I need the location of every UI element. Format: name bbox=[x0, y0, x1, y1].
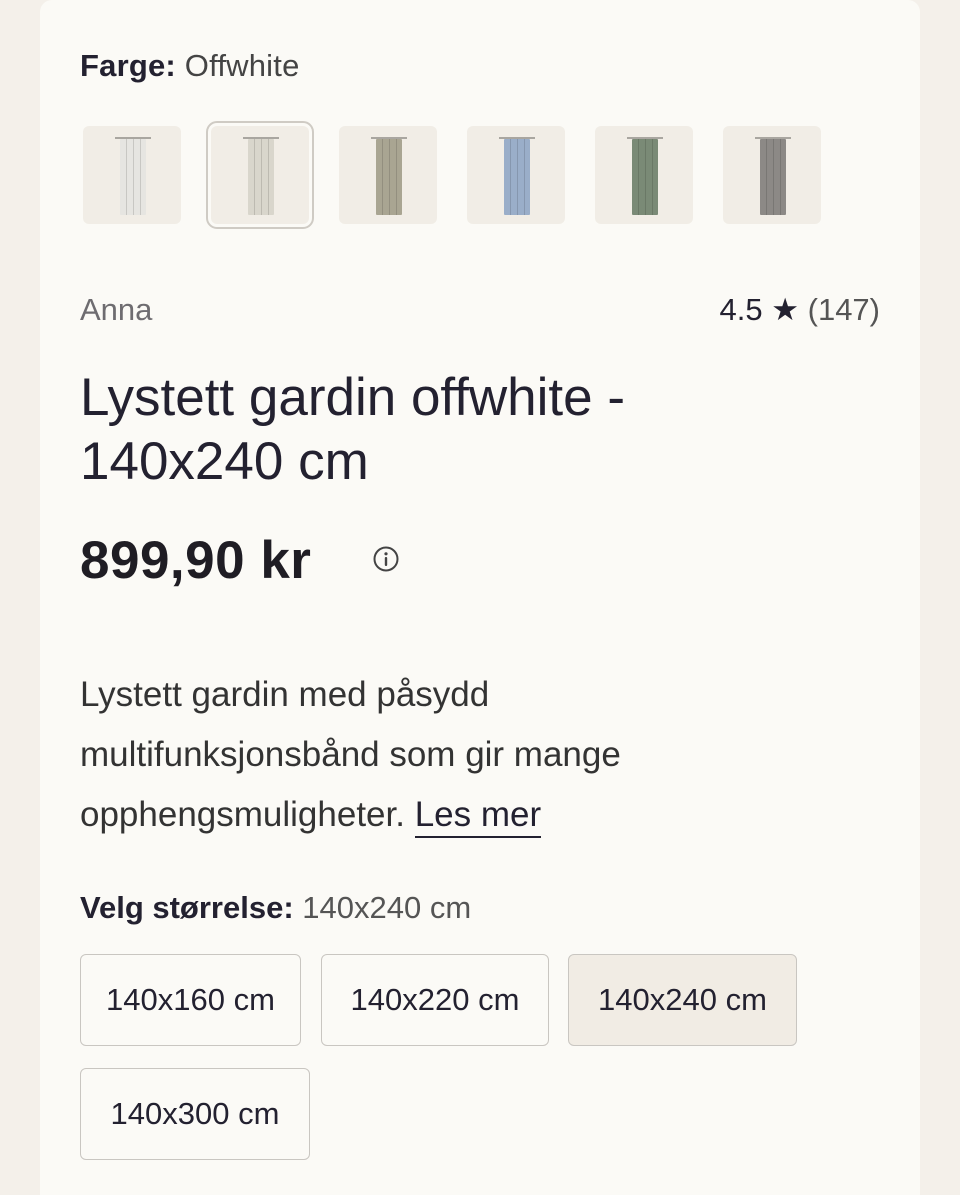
brand-name: Anna bbox=[80, 292, 153, 327]
color-swatch-green[interactable] bbox=[595, 126, 693, 224]
size-option-140x240[interactable]: 140x240 cm bbox=[568, 954, 797, 1046]
product-description: Lystett gardin med påsydd multifunksjons… bbox=[80, 665, 760, 845]
curtain-thumbnail bbox=[376, 139, 402, 215]
size-label: Velg størrelse: bbox=[80, 890, 294, 925]
selected-color-value: Offwhite bbox=[184, 48, 300, 83]
size-option-140x300[interactable]: 140x300 cm bbox=[80, 1068, 310, 1160]
color-swatch-sand[interactable] bbox=[339, 126, 437, 224]
curtain-thumbnail bbox=[120, 139, 146, 215]
size-option-140x160[interactable]: 140x160 cm bbox=[80, 954, 301, 1046]
curtain-thumbnail bbox=[760, 139, 786, 215]
selected-size-value: 140x240 cm bbox=[302, 890, 472, 925]
color-swatches bbox=[83, 121, 851, 229]
product-title: Lystett gardin offwhite - 140x240 cm bbox=[80, 368, 626, 491]
color-swatch-grey[interactable] bbox=[723, 126, 821, 224]
curtain-thumbnail bbox=[248, 139, 274, 215]
size-selector-label: Velg størrelse: 140x240 cm bbox=[80, 890, 471, 926]
color-swatch-white[interactable] bbox=[83, 126, 181, 224]
color-swatch-offwhite[interactable] bbox=[206, 121, 314, 229]
curtain-thumbnail bbox=[504, 139, 530, 215]
color-label: Farge: bbox=[80, 48, 176, 83]
color-selector-label: Farge: Offwhite bbox=[80, 48, 300, 84]
color-swatch-blue[interactable] bbox=[467, 126, 565, 224]
product-rating[interactable]: 4.5 ★ (147) bbox=[719, 292, 880, 328]
read-more-link[interactable]: Les mer bbox=[414, 795, 542, 838]
curtain-thumbnail bbox=[632, 139, 658, 215]
size-option-140x220[interactable]: 140x220 cm bbox=[321, 954, 549, 1046]
product-card: Farge: Offwhite Anna 4.5 ★ (147) Lystett… bbox=[40, 0, 920, 1195]
star-icon: ★ bbox=[762, 292, 808, 327]
info-icon[interactable] bbox=[372, 545, 400, 573]
review-count: (147) bbox=[807, 292, 880, 327]
rating-value: 4.5 bbox=[719, 292, 763, 327]
product-price: 899,90 kr bbox=[80, 531, 312, 590]
